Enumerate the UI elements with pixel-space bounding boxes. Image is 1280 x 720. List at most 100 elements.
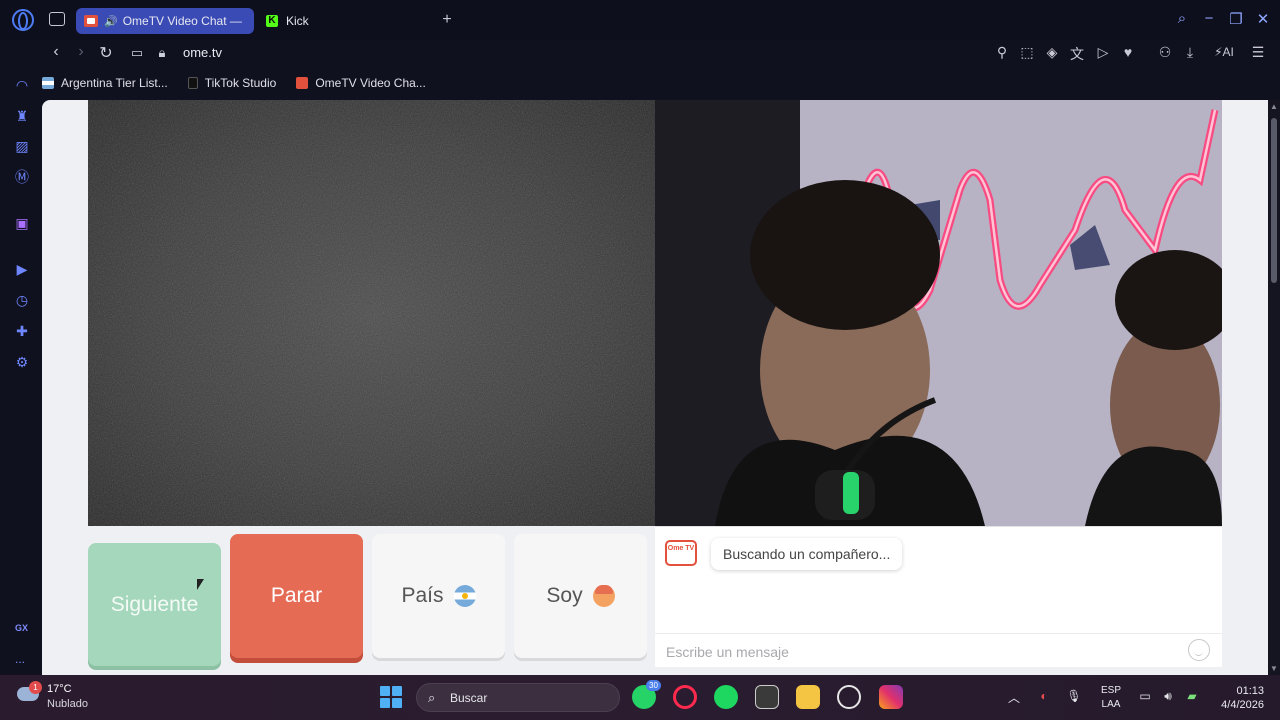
history-icon[interactable]: ◷: [14, 292, 30, 308]
static-noise: [88, 100, 655, 526]
emoji-icon[interactable]: [1188, 639, 1210, 661]
gx-cleaner-icon[interactable]: ▨: [14, 138, 30, 154]
keyboard-layout: LAA: [1101, 699, 1121, 710]
camera-permission-icon[interactable]: ▭: [127, 45, 147, 61]
file-explorer-icon[interactable]: [796, 685, 820, 709]
lock-icon[interactable]: 🔒︎: [152, 45, 172, 61]
extensions-icon[interactable]: ✚: [14, 323, 30, 339]
tab-ometv[interactable]: 🔊 OmeTV Video Chat —: [76, 8, 254, 34]
menu-icon[interactable]: ☰: [1249, 44, 1267, 61]
message-input[interactable]: Escribe un mensaje: [655, 633, 1222, 667]
weather-description[interactable]: Nublado: [47, 698, 88, 710]
instagram-icon[interactable]: [879, 685, 903, 709]
battery-icon[interactable]: ▰: [1184, 689, 1200, 703]
page-scrollbar[interactable]: ▲ ▼: [1268, 100, 1280, 675]
ometv-icon: [296, 77, 309, 89]
mouse-cursor-icon: [197, 579, 204, 590]
sidebar: ◠ ♜ ▨ Ⓜ ▣ ▶ ◷ ✚ ⚙ GX ...: [0, 68, 42, 675]
stranger-video-placeholder: [88, 100, 655, 526]
reload-icon[interactable]: ↻: [96, 43, 116, 63]
spotify-icon[interactable]: [714, 685, 738, 709]
gx-label[interactable]: GX: [15, 623, 28, 633]
windows-taskbar: 1 17°C Nublado ⌕ Buscar 30 ︿ ◐ 🎙︎ ESP LA…: [0, 675, 1280, 720]
pin-icon[interactable]: ⚲: [993, 44, 1011, 61]
clock-date: 4/4/2026: [1221, 699, 1264, 711]
close-icon[interactable]: ✕: [1253, 10, 1273, 28]
tab-bar: 🔊 OmeTV Video Chat — K Kick + ⌕ − ❐ ✕: [0, 0, 1280, 40]
forward-icon[interactable]: ›: [71, 43, 91, 61]
stop-button-label: Parar: [270, 584, 323, 607]
messenger-icon[interactable]: Ⓜ: [14, 169, 30, 185]
kick-favicon-icon: K: [266, 15, 278, 27]
ometv-logo: Ome TV: [665, 540, 697, 566]
new-tab-button[interactable]: +: [438, 11, 456, 29]
scroll-up-icon[interactable]: ▲: [1270, 102, 1278, 111]
twitch-icon[interactable]: ▣: [14, 215, 30, 231]
weather-temperature[interactable]: 17°C: [47, 683, 72, 695]
tiktok-icon: [187, 77, 198, 89]
status-message-bubble: Buscando un compañero...: [711, 538, 903, 570]
aria-ai-button[interactable]: ⚡︎AI: [1209, 45, 1239, 59]
settings-gear-icon[interactable]: ⚙: [14, 354, 30, 370]
taskbar-search-placeholder: Buscar: [450, 691, 488, 705]
heart-icon[interactable]: ♥: [1119, 44, 1137, 60]
bookmark-label: Argentina Tier List...: [61, 76, 168, 90]
tray-overflow-icon[interactable]: ︿: [1006, 689, 1022, 706]
gx-control-icon[interactable]: ◠: [14, 77, 30, 93]
download-icon[interactable]: ⤓: [1181, 44, 1199, 61]
volume-icon[interactable]: 🔊︎: [1160, 689, 1176, 704]
bookmark-label: OmeTV Video Cha...: [315, 76, 426, 90]
tray-app-icon[interactable]: ◐: [1036, 689, 1052, 703]
restore-icon[interactable]: ❐: [1226, 10, 1246, 28]
opera-logo-icon[interactable]: [12, 9, 34, 31]
player-icon[interactable]: ▷: [1094, 44, 1112, 61]
ometv-favicon-icon: [84, 15, 98, 27]
ai-label: AI: [1222, 45, 1234, 59]
whatsapp-badge: 30: [646, 680, 661, 691]
account-icon[interactable]: ⚇: [1156, 44, 1174, 61]
audio-playing-icon[interactable]: 🔊: [104, 15, 118, 28]
search-icon: ⌕: [428, 690, 436, 705]
scrollbar-thumb[interactable]: [1271, 118, 1277, 283]
url-field[interactable]: ome.tv: [183, 45, 222, 60]
translate-icon[interactable]: 文: [1068, 44, 1086, 64]
language-code: ESP: [1100, 685, 1121, 696]
bookmark-item[interactable]: OmeTV Video Cha...: [296, 76, 426, 90]
scroll-down-icon[interactable]: ▼: [1270, 664, 1278, 673]
windows-start-icon[interactable]: [380, 686, 402, 708]
flag-icon: [42, 77, 54, 89]
bookmark-item[interactable]: Argentina Tier List...: [42, 76, 168, 90]
network-icon[interactable]: ▭: [1137, 689, 1153, 703]
argentina-flag-icon: [453, 585, 476, 607]
search-tabs-icon[interactable]: ⌕: [1172, 10, 1192, 27]
back-icon[interactable]: ‹: [46, 43, 66, 61]
microphone-icon[interactable]: 🎙︎: [1066, 689, 1082, 703]
player-sidebar-icon[interactable]: ▶: [14, 261, 30, 277]
next-button[interactable]: Siguiente: [88, 543, 221, 666]
sidebar-more-icon[interactable]: ...: [15, 652, 25, 666]
country-button-label: País: [401, 584, 444, 607]
stop-button[interactable]: Parar: [230, 534, 363, 658]
status-message-text: Buscando un compañero...: [723, 546, 891, 562]
bookmark-item[interactable]: TikTok Studio: [187, 76, 276, 90]
snapshot-icon[interactable]: ⬚: [1018, 44, 1036, 61]
taskbar-search[interactable]: ⌕ Buscar: [416, 683, 620, 712]
workspaces-icon[interactable]: [49, 12, 65, 26]
minimize-icon[interactable]: −: [1199, 10, 1219, 27]
chat-panel: Ome TV Buscando un compañero... Escribe …: [655, 526, 1222, 667]
app-window-icon[interactable]: [755, 685, 779, 709]
gender-button-label: Soy: [546, 584, 583, 607]
gx-corner-icon[interactable]: ♜: [14, 108, 30, 124]
taskbar-clock[interactable]: 01:13 4/4/2026: [1214, 684, 1264, 712]
page-viewport: Siguiente Parar País Soy Ome TV Buscando…: [42, 100, 1268, 675]
steam-icon[interactable]: [837, 685, 861, 709]
country-filter-button[interactable]: País: [372, 534, 505, 658]
adblock-shield-icon[interactable]: ◈: [1043, 44, 1061, 61]
gender-select-button[interactable]: Soy: [514, 534, 647, 658]
message-placeholder: Escribe un mensaje: [666, 644, 789, 660]
language-indicator[interactable]: ESP LAA: [1100, 684, 1122, 712]
tab-kick[interactable]: K Kick: [258, 8, 428, 34]
webcam-scene: [655, 100, 1222, 526]
boy-avatar-icon: [592, 585, 615, 607]
opera-gx-taskbar-icon[interactable]: [673, 685, 697, 709]
